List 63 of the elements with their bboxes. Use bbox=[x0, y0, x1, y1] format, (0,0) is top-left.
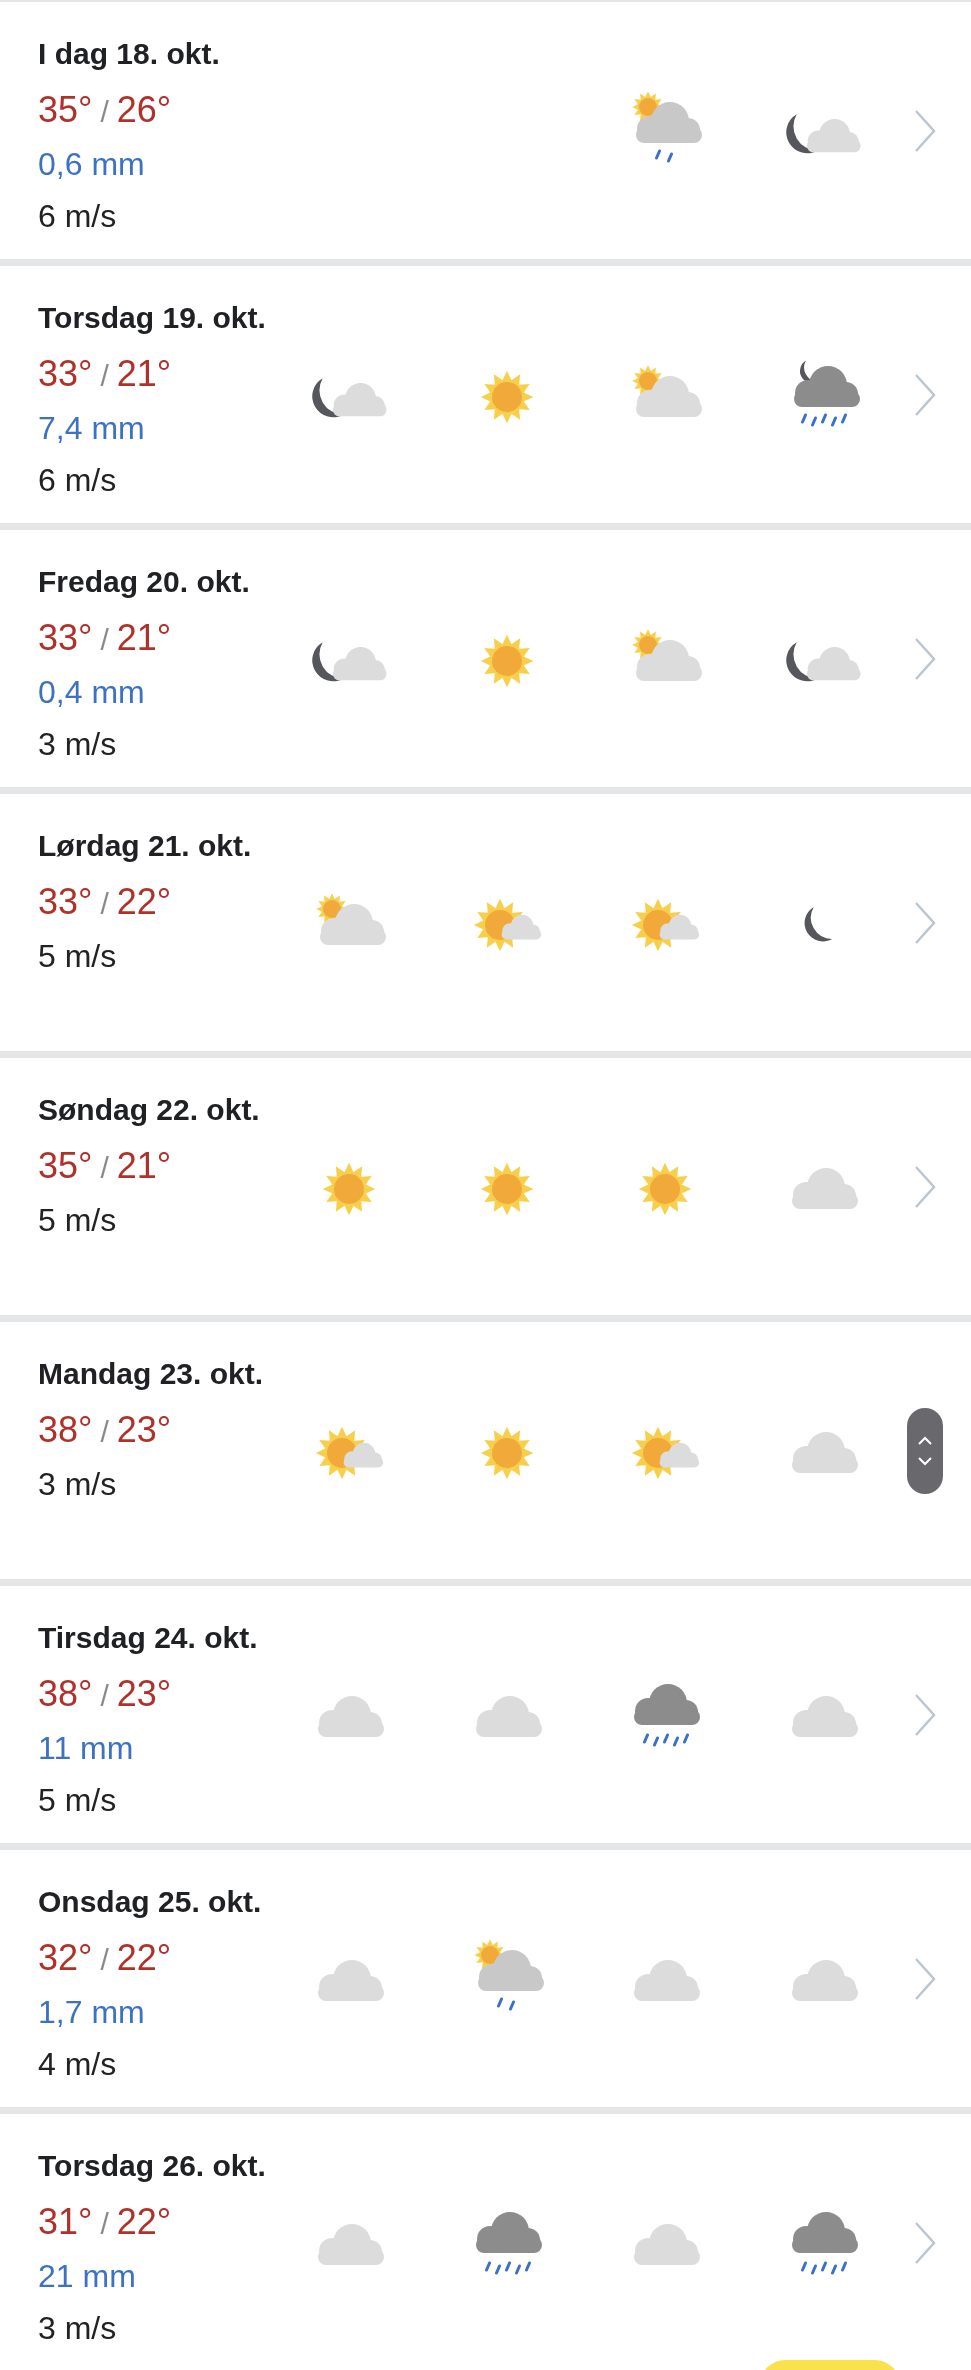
low-temperature: 22° bbox=[116, 2200, 172, 2244]
high-temperature: 32° bbox=[38, 1936, 93, 1980]
day-title: Fredag 20. okt. bbox=[38, 564, 251, 600]
day-card[interactable]: Mandag 23. okt. 38° / 23° 3 m/s bbox=[0, 1322, 971, 1579]
precipitation: 1,7 mm bbox=[38, 1993, 146, 2032]
wind-speed: 3 m/s bbox=[38, 1465, 118, 1504]
temperature-separator: / bbox=[100, 94, 109, 130]
day-card[interactable]: Torsdag 26. okt. 31° / 22° 21 mm 3 m/s bbox=[0, 2114, 971, 2370]
day-card[interactable]: Onsdag 25. okt. 32° / 22° 1,7 mm 4 m/s bbox=[0, 1850, 971, 2107]
low-temperature: 21° bbox=[116, 616, 172, 660]
wind-speed: 3 m/s bbox=[38, 725, 118, 764]
wind-speed: 4 m/s bbox=[38, 2045, 118, 2084]
high-temperature: 38° bbox=[38, 1672, 93, 1716]
scroll-handle[interactable] bbox=[907, 1407, 943, 1494]
day-title: Søndag 22. okt. bbox=[38, 1092, 261, 1128]
chevron-down-icon bbox=[918, 1456, 932, 1466]
day-title: Tirsdag 24. okt. bbox=[38, 1620, 259, 1656]
precipitation: 21 mm bbox=[38, 2257, 137, 2296]
temperature-separator: / bbox=[100, 1414, 109, 1450]
temperature-separator: / bbox=[100, 886, 109, 922]
high-temperature: 38° bbox=[38, 1408, 93, 1452]
wind-speed: 6 m/s bbox=[38, 461, 118, 500]
day-title: I dag 18. okt. bbox=[38, 36, 221, 72]
low-temperature: 23° bbox=[116, 1672, 172, 1716]
temperature-separator: / bbox=[100, 358, 109, 394]
precipitation: 11 mm bbox=[38, 1729, 135, 1768]
temperature-separator: / bbox=[100, 1678, 109, 1714]
day-card[interactable]: Fredag 20. okt. 33° / 21° 0,4 mm 3 m/s bbox=[0, 530, 971, 787]
day-card[interactable]: Lørdag 21. okt. 33° / 22° 5 m/s bbox=[0, 794, 971, 1051]
high-temperature: 33° bbox=[38, 880, 93, 924]
high-temperature: 35° bbox=[38, 88, 93, 132]
day-title: Lørdag 21. okt. bbox=[38, 828, 253, 864]
high-temperature: 35° bbox=[38, 1144, 93, 1188]
high-temperature: 31° bbox=[38, 2200, 93, 2244]
low-temperature: 22° bbox=[116, 1936, 172, 1980]
wind-speed: 5 m/s bbox=[38, 937, 118, 976]
day-card[interactable]: I dag 18. okt. 35° / 26° 0,6 mm 6 m/s bbox=[0, 2, 971, 259]
temperature-separator: / bbox=[100, 1942, 109, 1978]
low-temperature: 21° bbox=[116, 1144, 172, 1188]
wind-speed: 5 m/s bbox=[38, 1201, 118, 1240]
temperature-separator: / bbox=[100, 1150, 109, 1186]
day-title: Torsdag 19. okt. bbox=[38, 300, 267, 336]
temperature-separator: / bbox=[100, 622, 109, 658]
day-title: Onsdag 25. okt. bbox=[38, 1884, 263, 1920]
precipitation: 7,4 mm bbox=[38, 409, 146, 448]
day-title: Mandag 23. okt. bbox=[38, 1356, 265, 1392]
precipitation: 0,6 mm bbox=[38, 145, 146, 184]
high-temperature: 33° bbox=[38, 616, 93, 660]
wind-speed: 3 m/s bbox=[38, 2309, 118, 2348]
low-temperature: 23° bbox=[116, 1408, 172, 1452]
chevron-up-icon bbox=[918, 1435, 932, 1445]
precipitation: 0,4 mm bbox=[38, 673, 146, 712]
day-card[interactable]: Søndag 22. okt. 35° / 21° 5 m/s bbox=[0, 1058, 971, 1315]
wind-speed: 6 m/s bbox=[38, 197, 118, 236]
day-card[interactable]: Tirsdag 24. okt. 38° / 23° 11 mm 5 m/s bbox=[0, 1586, 971, 1843]
high-temperature: 33° bbox=[38, 352, 93, 396]
temperature-separator: / bbox=[100, 2206, 109, 2242]
day-card[interactable]: Torsdag 19. okt. 33° / 21° 7,4 mm 6 m/s bbox=[0, 266, 971, 523]
day-title: Torsdag 26. okt. bbox=[38, 2148, 267, 2184]
low-temperature: 22° bbox=[116, 880, 172, 924]
low-temperature: 21° bbox=[116, 352, 172, 396]
low-temperature: 26° bbox=[116, 88, 172, 132]
wind-speed: 5 m/s bbox=[38, 1781, 118, 1820]
